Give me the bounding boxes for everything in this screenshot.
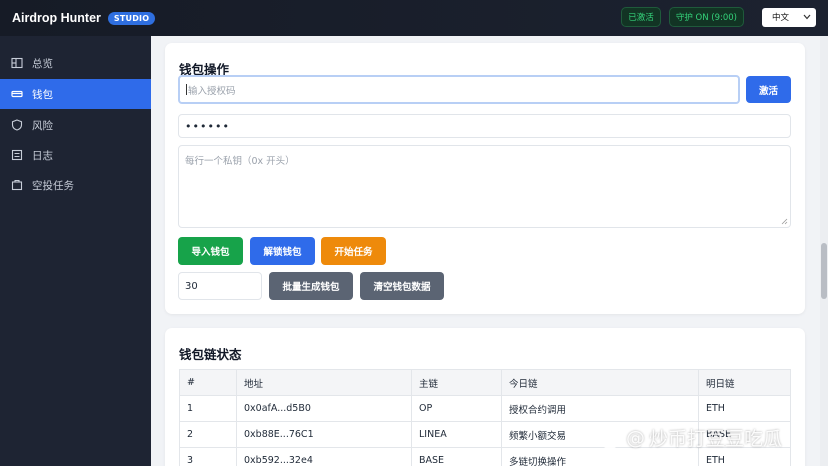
chain-status-table: # 地址 主链 今日链 明日链 1 0x0afA...d5B0 OP 授权合约调…	[179, 369, 791, 466]
overview-icon	[11, 57, 23, 69]
log-icon	[11, 149, 23, 161]
text-caret	[186, 84, 187, 95]
sidebar: 总览 钱包 风险 日志 空投任务	[0, 36, 151, 466]
watermark-text: 炒币打豆豆吃瓜	[649, 428, 783, 450]
activated-status-badge: 已激活	[621, 7, 661, 27]
top-bar: Airdrop Hunter STUDIO 已激活 守护 ON (9:00) 中…	[0, 0, 828, 36]
sidebar-item-wallet[interactable]: 钱包	[0, 79, 151, 109]
private-keys-placeholder: 每行一个私钥（0x 开头）	[185, 156, 295, 167]
wallet-operations-card: 钱包操作 输入授权码 激活 •••••• 每行一个私钥（0x 开头） 导入钱包 …	[165, 43, 805, 314]
batch-generate-button[interactable]: 批量生成钱包	[269, 272, 353, 300]
sidebar-item-airdrop-tasks[interactable]: 空投任务	[0, 170, 151, 200]
sidebar-item-label: 空投任务	[32, 179, 74, 192]
guard-status-badge: 守护 ON (9:00)	[668, 7, 744, 27]
sidebar-item-risk[interactable]: 风险	[0, 110, 151, 140]
table-cell: 授权合约调用	[501, 395, 699, 422]
sidebar-item-overview[interactable]: 总览	[0, 48, 151, 78]
auth-code-placeholder: 输入授权码	[188, 85, 236, 97]
table-row: 1 0x0afA...d5B0 OP 授权合约调用 ETH	[179, 395, 791, 422]
column-header: 主链	[411, 369, 502, 396]
table-cell: ETH	[698, 395, 791, 422]
column-header: 明日链	[698, 369, 791, 396]
sidebar-item-label: 总览	[32, 57, 53, 70]
resize-handle-icon[interactable]	[781, 218, 788, 225]
app-title: Airdrop Hunter	[12, 11, 101, 25]
language-select[interactable]: 中文	[762, 7, 816, 27]
language-select-value: 中文	[772, 13, 790, 23]
password-input[interactable]: ••••••	[178, 114, 791, 138]
private-keys-textarea[interactable]: 每行一个私钥（0x 开头）	[178, 145, 791, 228]
table-cell: 1	[179, 395, 237, 422]
watermark: @ 炒币打豆豆吃瓜	[598, 424, 782, 451]
auth-code-input[interactable]: 输入授权码	[178, 75, 740, 104]
start-task-button[interactable]: 开始任务	[321, 237, 386, 265]
activate-button[interactable]: 激活	[746, 76, 791, 103]
wallet-count-input[interactable]: 30	[178, 272, 262, 300]
import-wallet-button[interactable]: 导入钱包	[178, 237, 243, 265]
table-cell: 0xb88E...76C1	[236, 421, 412, 448]
watermark-logo-icon	[599, 426, 621, 449]
column-header: #	[179, 369, 237, 396]
task-icon	[11, 179, 23, 191]
clear-wallet-data-button[interactable]: 清空钱包数据	[360, 272, 444, 300]
top-right-controls: 已激活 守护 ON (9:00) 中文	[621, 7, 816, 27]
studio-badge: STUDIO	[107, 11, 156, 25]
table-cell: LINEA	[411, 421, 502, 448]
column-header: 今日链	[501, 369, 699, 396]
sidebar-item-label: 日志	[32, 149, 53, 162]
sidebar-item-label: 钱包	[32, 88, 53, 101]
table-cell: 0x0afA...d5B0	[236, 395, 412, 422]
table-cell: 0xb592...32e4	[236, 447, 412, 466]
chevron-down-icon	[803, 14, 811, 20]
sidebar-item-log[interactable]: 日志	[0, 140, 151, 170]
table-cell: 3	[179, 447, 237, 466]
table-header-row: # 地址 主链 今日链 明日链	[179, 369, 791, 396]
shield-icon	[11, 119, 23, 131]
table-cell: OP	[411, 395, 502, 422]
scrollbar-thumb[interactable]	[821, 243, 827, 299]
table-cell: BASE	[411, 447, 502, 466]
column-header: 地址	[236, 369, 412, 396]
chain-status-title: 钱包链状态	[179, 347, 242, 362]
sidebar-item-label: 风险	[32, 119, 53, 132]
unlock-wallet-button[interactable]: 解锁钱包	[250, 237, 315, 265]
watermark-at-icon: @	[626, 426, 645, 449]
wallet-icon	[11, 88, 23, 100]
table-cell: 2	[179, 421, 237, 448]
